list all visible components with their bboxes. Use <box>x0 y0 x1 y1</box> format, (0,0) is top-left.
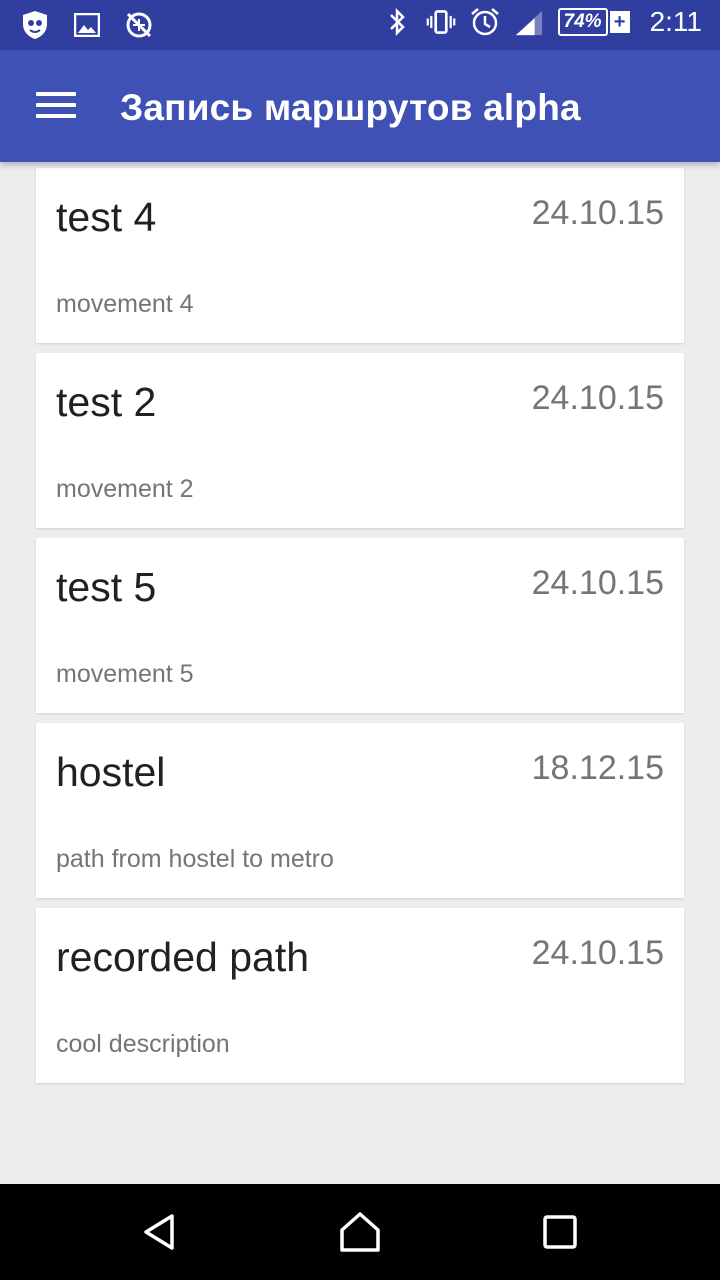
route-title: hostel <box>56 749 166 795</box>
status-bar: 74% + 2:11 <box>0 0 720 50</box>
battery-indicator: 74% + <box>557 6 630 38</box>
route-date: 24.10.15 <box>531 194 664 232</box>
app-bar: Запись маршрутов alpha <box>0 50 720 162</box>
route-title: test 5 <box>56 564 157 610</box>
battery-level: 74% <box>557 8 608 36</box>
route-description: movement 4 <box>56 290 194 318</box>
navigation-bar <box>0 1184 720 1280</box>
image-icon <box>72 9 102 41</box>
charging-icon: + <box>609 11 630 33</box>
route-card[interactable]: test 4 24.10.15 movement 4 <box>36 168 684 343</box>
system-icons: 74% + 2:11 <box>382 6 702 38</box>
route-date: 24.10.15 <box>531 564 664 602</box>
route-description: path from hostel to metro <box>56 845 334 873</box>
hamburger-menu-icon[interactable] <box>36 92 76 122</box>
shield-app-icon <box>20 9 50 41</box>
route-date: 24.10.15 <box>531 379 664 417</box>
route-title: test 2 <box>56 379 157 425</box>
clock: 2:11 <box>649 6 702 37</box>
no-location-icon <box>124 9 154 41</box>
route-title: recorded path <box>56 934 310 980</box>
bluetooth-icon <box>382 6 412 38</box>
route-description: movement 2 <box>56 475 194 503</box>
route-title: test 4 <box>56 194 157 240</box>
recents-icon[interactable] <box>532 1204 588 1260</box>
route-card[interactable]: test 5 24.10.15 movement 5 <box>36 538 684 713</box>
route-card[interactable]: test 2 24.10.15 movement 2 <box>36 353 684 528</box>
route-description: cool description <box>56 1030 230 1058</box>
app-title: Запись маршрутов alpha <box>120 87 581 128</box>
back-icon[interactable] <box>132 1204 188 1260</box>
vibrate-icon <box>426 6 456 38</box>
home-icon[interactable] <box>332 1204 388 1260</box>
route-date: 18.12.15 <box>531 749 664 787</box>
signal-icon <box>514 6 544 38</box>
route-description: movement 5 <box>56 660 194 688</box>
route-list: test 4 24.10.15 movement 4 test 2 24.10.… <box>36 168 684 1093</box>
route-card[interactable]: hostel 18.12.15 path from hostel to metr… <box>36 723 684 898</box>
alarm-icon <box>470 6 500 38</box>
route-card[interactable]: recorded path 24.10.15 cool description <box>36 908 684 1083</box>
notification-icons <box>20 9 154 41</box>
route-date: 24.10.15 <box>531 934 664 972</box>
